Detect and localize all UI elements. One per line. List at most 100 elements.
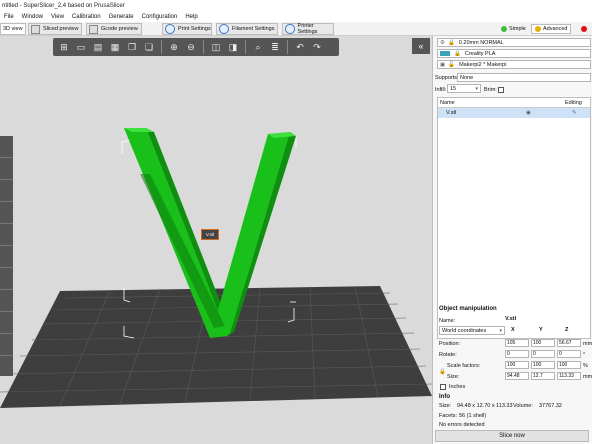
supports-value: None: [460, 74, 474, 81]
infill-label: Infill:: [435, 86, 447, 93]
viewport-toolbar: ⊞ ▭ ▤ ▦ ❐ ❏ ⊕ ⊖ ◫ ◨ ⌕ ≣ ↶ ↷: [53, 38, 339, 56]
coordinates-select[interactable]: World coordinates ▾: [439, 326, 505, 335]
brim-label: Brim:: [484, 86, 497, 93]
scale-x-input[interactable]: 100: [505, 361, 529, 369]
axis-x-label: X: [511, 327, 515, 333]
infill-select[interactable]: 15 ▾: [447, 84, 481, 93]
support-paint-icon[interactable]: [0, 246, 13, 268]
scale-y-input[interactable]: 100: [531, 361, 555, 369]
edit-icon[interactable]: ✎: [572, 110, 577, 116]
sidebar: ⚙ 🔒 0.20mm NORMAL 🔒 Creality PLA ▣ 🔓 Mak…: [432, 36, 592, 444]
add-icon[interactable]: ⊞: [57, 40, 71, 54]
redo-icon[interactable]: ↷: [310, 40, 324, 54]
tab-filament-settings[interactable]: Filament Settings: [216, 23, 278, 35]
supports-select[interactable]: None: [457, 73, 591, 82]
cut-gizmo-icon[interactable]: [0, 224, 13, 246]
object-list[interactable]: Name Editing V.stl ◉ ✎: [437, 97, 591, 339]
brim-checkbox[interactable]: [497, 86, 504, 93]
position-z-input[interactable]: 56.67: [557, 339, 581, 347]
paste-icon[interactable]: ❏: [142, 40, 156, 54]
menu-file[interactable]: File: [0, 14, 18, 20]
scale-unit: %: [583, 363, 588, 369]
menu-calibration[interactable]: Calibration: [68, 14, 105, 20]
tab-gcode-preview-label: Gcode preview: [101, 26, 138, 32]
menu-help[interactable]: Help: [181, 14, 201, 20]
split-parts-icon[interactable]: ◨: [226, 40, 240, 54]
mode-expert[interactable]: [578, 24, 592, 34]
place-on-face-icon[interactable]: [0, 202, 13, 224]
collapse-sidebar-icon[interactable]: «: [412, 38, 430, 54]
remove-instance-icon[interactable]: ⊖: [184, 40, 198, 54]
layers-editing-icon[interactable]: ≣: [268, 40, 282, 54]
delete-icon[interactable]: ▭: [74, 40, 88, 54]
info-volume-label: Volume:: [513, 403, 533, 409]
chevron-down-icon: ▾: [475, 85, 478, 92]
expert-mode-icon: [581, 26, 587, 32]
seam-paint-icon[interactable]: [0, 268, 13, 290]
gcode-preview-icon: [89, 24, 98, 34]
rotate-label: Rotate:: [439, 352, 457, 358]
add-instance-icon[interactable]: ⊕: [167, 40, 181, 54]
object-name-value: V.stl: [505, 316, 517, 322]
infill-value: 15: [450, 85, 457, 92]
info-volume-value: 37767.32: [539, 403, 562, 409]
menu-generate[interactable]: Generate: [105, 14, 138, 20]
tab-sliced-preview[interactable]: Sliced preview: [28, 23, 82, 35]
arrange-icon[interactable]: ▦: [108, 40, 122, 54]
inches-checkbox[interactable]: [440, 384, 446, 390]
rotate-y-input[interactable]: 0: [531, 350, 555, 358]
rotate-z-input[interactable]: 0: [557, 350, 581, 358]
filament-color-swatch: [440, 51, 450, 56]
eye-icon[interactable]: ◉: [526, 110, 531, 116]
size-x-input[interactable]: 94.48: [505, 372, 529, 380]
chevron-down-icon: ▾: [499, 327, 502, 334]
undo-icon[interactable]: ↶: [293, 40, 307, 54]
scene-canvas: [0, 128, 432, 408]
tab-toolbar: 3D view Sliced preview Gcode preview Pri…: [0, 22, 592, 36]
menu-configuration[interactable]: Configuration: [138, 14, 182, 20]
tab-printer-settings[interactable]: Printer Settings: [282, 23, 334, 35]
scale-gizmo-icon[interactable]: [0, 158, 13, 180]
print-preset-combo[interactable]: ⚙ 🔒 0.20mm NORMAL: [437, 38, 591, 47]
search-icon[interactable]: ⌕: [251, 40, 265, 54]
copy-icon[interactable]: ❐: [125, 40, 139, 54]
simple-mode-icon: [501, 26, 507, 32]
tab-3d-view[interactable]: 3D view: [0, 23, 26, 35]
mode-simple-label: Simple: [509, 26, 526, 32]
tab-gcode-preview[interactable]: Gcode preview: [86, 23, 142, 35]
list-item[interactable]: V.stl ◉ ✎: [438, 108, 590, 118]
position-y-input[interactable]: 100: [531, 339, 555, 347]
printer-preset-combo[interactable]: ▣ 🔓 Makerpi2 * Makerpi: [437, 60, 591, 69]
menu-window[interactable]: Window: [18, 14, 47, 20]
sla-support-icon[interactable]: [0, 312, 13, 334]
hollow-gizmo-icon[interactable]: [0, 290, 13, 312]
gear-icon: [219, 24, 229, 34]
move-gizmo-icon[interactable]: [0, 136, 13, 158]
lock-icon[interactable]: 🔒: [439, 369, 446, 375]
toolbar-divider: [161, 40, 162, 54]
filament-preset-combo[interactable]: 🔒 Creality PLA: [437, 49, 591, 58]
inches-label: Inches: [449, 384, 466, 390]
gear-icon: [165, 24, 175, 34]
lock-icon: 🔒: [454, 50, 461, 57]
rotate-gizmo-icon[interactable]: [0, 180, 13, 202]
tab-print-settings[interactable]: Print Settings: [162, 23, 212, 35]
delete-all-icon[interactable]: ▤: [91, 40, 105, 54]
menu-view[interactable]: View: [47, 14, 68, 20]
object-manipulation-title: Object manipulation: [439, 306, 497, 312]
rotate-x-input[interactable]: 0: [505, 350, 529, 358]
split-objects-icon[interactable]: ◫: [209, 40, 223, 54]
axis-z-label: Z: [565, 327, 569, 333]
gear-icon: [285, 24, 295, 34]
scale-z-input[interactable]: 100: [557, 361, 581, 369]
slice-now-button[interactable]: Slice now: [435, 430, 589, 442]
size-z-input[interactable]: 113.33: [557, 372, 581, 380]
3d-viewport[interactable]: ⊞ ▭ ▤ ▦ ❐ ❏ ⊕ ⊖ ◫ ◨ ⌕ ≣ ↶ ↷ « V.stl: [0, 36, 432, 444]
size-y-input[interactable]: 12.7: [531, 372, 555, 380]
gear-icon: ⚙: [440, 39, 445, 46]
brim-row: Brim:: [484, 85, 504, 94]
mode-advanced[interactable]: Advanced: [531, 24, 572, 34]
measure-gizmo-icon[interactable]: [0, 334, 13, 356]
mode-simple[interactable]: Simple: [498, 24, 529, 34]
position-x-input[interactable]: 105: [505, 339, 529, 347]
